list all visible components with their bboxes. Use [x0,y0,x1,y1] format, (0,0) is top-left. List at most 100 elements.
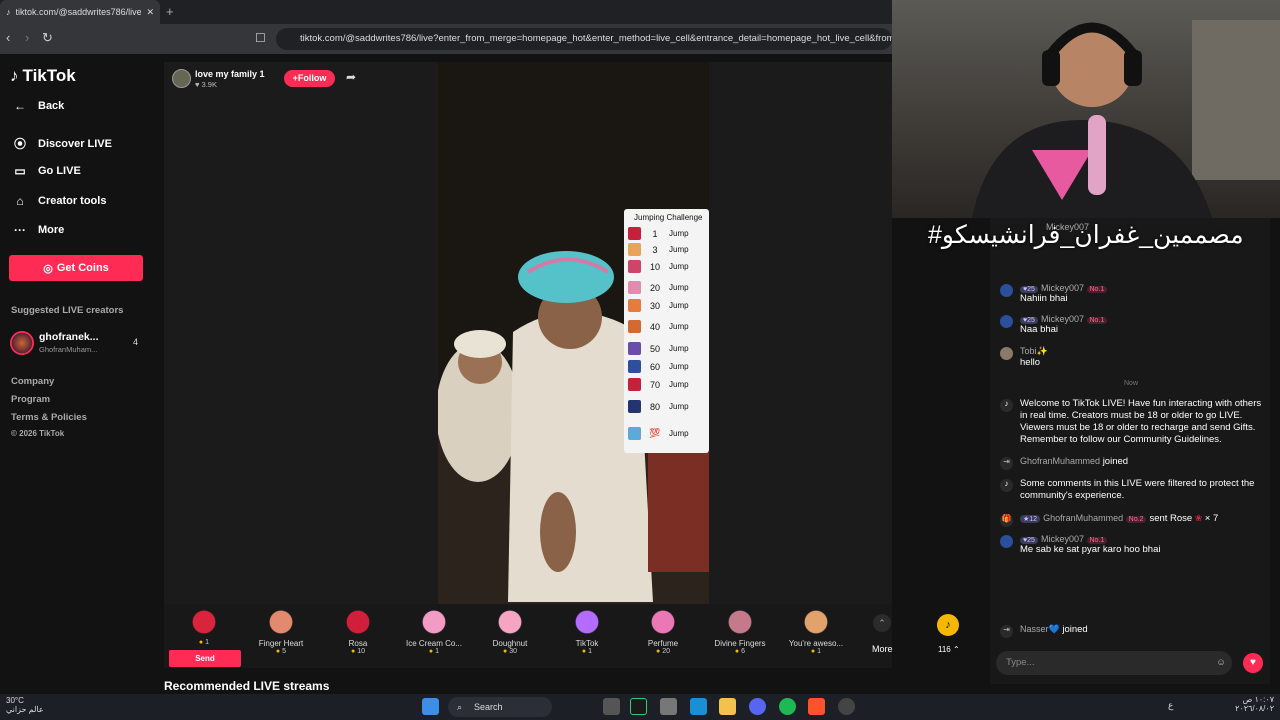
challenge-row: 3 Jump [628,243,689,256]
bookmark-icon[interactable]: ☐ [255,31,266,45]
suggested-creator-name[interactable]: ghofranek... [39,331,99,343]
tiktok-logo[interactable]: ♪ TikTok [10,66,76,86]
like-heart-button[interactable]: ♥ [1243,653,1263,673]
file-explorer-icon[interactable] [719,698,736,715]
chat-username[interactable]: GhofranMuhammed [1020,456,1100,466]
gift-thumbnail-icon [628,427,641,440]
challenge-action: Jump [669,283,689,292]
forward-arrow-icon[interactable]: › [25,30,29,45]
get-coins-button[interactable]: ◎ Get Coins [9,255,143,281]
gift-item[interactable]: Divine Fingers6 [701,608,779,655]
temperature: 30°C [6,696,24,705]
windows-start-icon[interactable] [422,698,439,715]
new-tab-button[interactable]: + [166,4,174,19]
rank-value: No.1 [1089,537,1105,544]
level-badge: ♥25 [1020,286,1038,293]
chat-message: ♥25 Mickey007 No.1 Naa bhai [1000,314,1268,336]
task-view-icon[interactable] [603,698,620,715]
level-badge: ♥25 [1020,537,1038,544]
avatar[interactable] [1000,284,1013,297]
gift-item[interactable]: TikTok1 [548,608,626,655]
sidebar-item-creator-tools[interactable]: ⌂ Creator tools [12,194,106,208]
gift-item[interactable]: Finger Heart5 [242,608,320,655]
gift-price: 30 [471,648,549,655]
sidebar-item-go-live[interactable]: ▭ Go LIVE [12,164,80,178]
gift-item[interactable]: Doughnut30 [471,608,549,655]
reload-icon[interactable]: ↻ [42,30,53,46]
challenge-action: Jump [669,429,689,438]
coin-balance-icon[interactable]: ♪ [937,614,959,636]
app-icon[interactable] [630,698,647,715]
challenge-action: Jump [669,301,689,310]
gift-price: 1 [777,648,855,655]
rank-badge: No.1 [1086,537,1108,544]
input-language[interactable]: ع [1168,700,1173,711]
host-name[interactable]: love my family 1 [195,69,265,79]
taskbar-search[interactable]: ⌕ Search [448,697,552,717]
share-icon[interactable]: ➦ [346,70,356,84]
chat-message: ♥25 Mickey007 No.1 Nahiin bhai [1000,283,1268,305]
level-badge: ★12 [1020,515,1041,523]
chat-input[interactable]: Type... ☺ [996,651,1232,675]
follow-button[interactable]: +Follow [284,70,335,87]
avatar[interactable] [10,331,34,355]
chat-username[interactable]: Tobi✨ [1020,346,1048,357]
avatar[interactable] [1000,347,1013,360]
gift-item[interactable]: Rosa10 [319,608,397,655]
weather-widget[interactable]: 30°C عالم حزاني [6,696,44,714]
avatar[interactable] [172,69,191,88]
home-icon: ⌂ [16,194,24,208]
gift-icon: 🎁 [1000,514,1013,527]
close-tab-icon[interactable]: ✕ [146,7,154,18]
chevron-up-icon[interactable]: ⌃ [873,614,891,632]
gift-thumbnail-icon [628,299,641,312]
coin-balance-value: 116 [938,645,951,654]
suggested-creator-handle: GhofranMuham... [39,345,98,354]
clock[interactable]: ١٠:٠٧ ص ٢٠٢٦/٠٨/٠٢ [1228,695,1274,713]
sidebar-item-more[interactable]: ··· More [12,223,64,237]
brave-icon[interactable] [808,698,825,715]
gift-price: 1 [548,648,626,655]
footer-copyright: © 2026 TikTok [11,429,65,438]
gift-item[interactable]: 1 [165,608,243,646]
coin-balance[interactable]: 116 ⌃ [938,645,960,654]
chat-username[interactable]: Mickey007 [1041,314,1084,324]
chat-username[interactable]: GhofranMuhammed [1043,513,1123,523]
back-arrow-icon[interactable]: ‹ [6,30,10,45]
spotify-icon[interactable] [779,698,796,715]
gift-item[interactable]: You're aweso...1 [777,608,855,655]
camera-icon: ▭ [14,164,26,178]
gift-name: Divine Fingers [714,639,766,648]
chat-username[interactable]: Nasser💙 [1020,624,1060,634]
send-gift-button[interactable]: Send [169,650,241,667]
store-icon[interactable] [660,698,677,715]
avatar[interactable] [1000,315,1013,328]
edge-icon[interactable] [690,698,707,715]
gift-name: You're aweso... [788,639,844,648]
footer-terms[interactable]: Terms & Policies [11,412,87,423]
sidebar-item-discover-live[interactable]: ⦿ Discover LIVE [12,135,112,152]
more-gifts-button[interactable]: More [872,644,893,654]
chat-username[interactable]: Mickey007 [1041,534,1084,544]
footer-company[interactable]: Company [11,376,54,387]
get-coins-label: Get Coins [56,262,109,274]
joined-message: ⇥ GhofranMuhammed joined [1000,456,1268,470]
back-button[interactable]: ← Back [12,99,64,113]
challenge-row: 50 Jump [628,342,689,355]
challenge-row: 30 Jump [628,299,689,312]
chat-username[interactable]: Mickey007 [1041,283,1084,293]
discord-icon[interactable] [749,698,766,715]
url-field[interactable]: tiktok.com/@saddwrites786/live?enter_fro… [276,28,892,50]
emoji-icon[interactable]: ☺ [1216,651,1226,675]
gift-item[interactable]: Ice Cream Co...1 [395,608,473,655]
chat-message: ♥25 Mickey007 No.1 Me sab ke sat pyar kar… [1000,534,1268,556]
footer-program[interactable]: Program [11,394,50,405]
live-icon: ⦿ [13,137,26,151]
app-icon[interactable] [838,698,855,715]
chat-text: hello [1020,357,1041,368]
tab-title: tiktok.com/@saddwrites786/live [15,7,142,17]
avatar[interactable] [1000,535,1013,548]
gift-price: 1 [395,648,473,655]
browser-tab[interactable]: ♪ tiktok.com/@saddwrites786/live ✕ [0,0,160,24]
gift-item[interactable]: Perfume20 [624,608,702,655]
